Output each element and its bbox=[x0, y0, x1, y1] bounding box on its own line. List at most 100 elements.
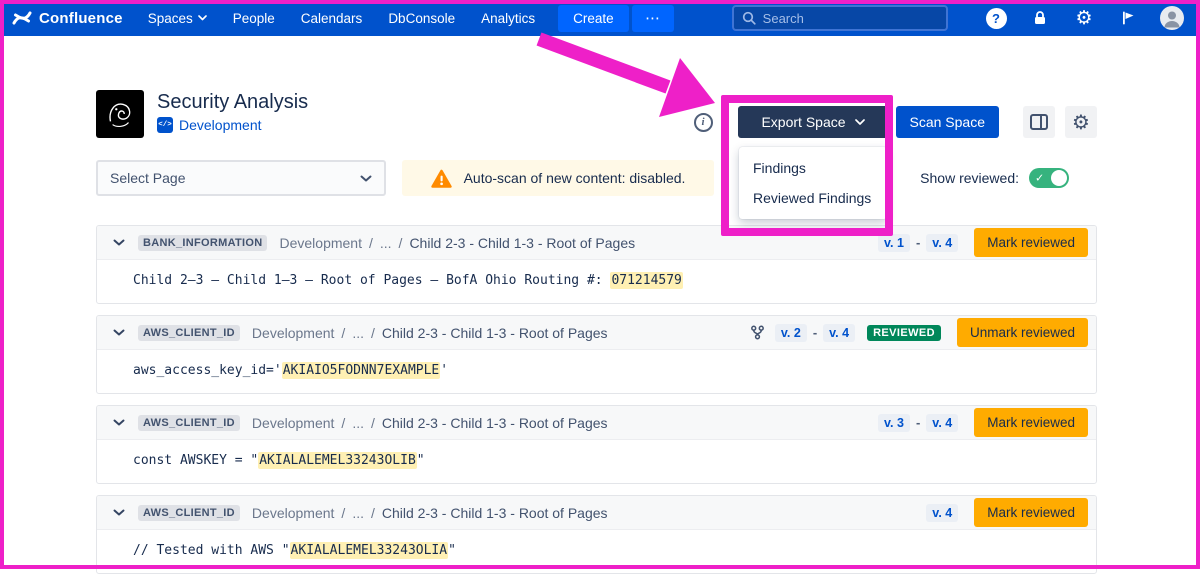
version-to-badge[interactable]: v. 4 bbox=[823, 324, 855, 342]
breadcrumb: Development /... / Child 2-3 - Child 1-3 - … bbox=[279, 235, 635, 251]
space-header: Security Analysis </> Development i Expo… bbox=[96, 90, 1097, 138]
finding-snippet: Child 2–3 – Child 1–3 – Root of Pages – … bbox=[97, 260, 1096, 303]
breadcrumb-ellipsis[interactable]: ... bbox=[380, 235, 392, 251]
breadcrumb-separator: / bbox=[369, 235, 373, 251]
finding-header[interactable]: AWS_CLIENT_ID Development/.../Child 2-3 … bbox=[97, 316, 1096, 350]
chevron-down-icon[interactable] bbox=[113, 329, 125, 336]
page-select-value: Select Page bbox=[110, 170, 186, 186]
breadcrumb-space-link[interactable]: Development bbox=[252, 325, 335, 341]
space-avatar[interactable] bbox=[96, 90, 144, 138]
flag-icon[interactable] bbox=[1116, 6, 1140, 30]
space-meta: Security Analysis </> Development bbox=[157, 90, 308, 138]
breadcrumb-separator: / bbox=[399, 235, 403, 251]
nav-spaces[interactable]: Spaces bbox=[135, 0, 220, 36]
gear-icon[interactable]: ⚙ bbox=[1072, 6, 1096, 30]
breadcrumb-page-link[interactable]: Child 2-3 - Child 1-3 - Root of Pages bbox=[382, 505, 608, 521]
sidebar-layout-button[interactable] bbox=[1023, 106, 1055, 138]
version-to-badge[interactable]: v. 4 bbox=[926, 414, 958, 432]
finding-header[interactable]: AWS_CLIENT_ID Development/.../Child 2-3 … bbox=[97, 496, 1096, 530]
nav-dbconsole[interactable]: DbConsole bbox=[375, 0, 468, 36]
gear-icon: ⚙ bbox=[1072, 112, 1090, 132]
check-icon: ✓ bbox=[1035, 172, 1044, 185]
breadcrumb-page-link[interactable]: Child 2-3 - Child 1-3 - Root of Pages bbox=[382, 325, 608, 341]
space-link[interactable]: Development bbox=[179, 117, 262, 133]
show-reviewed-toggle[interactable]: ✓ bbox=[1029, 168, 1069, 188]
mark-reviewed-button[interactable]: Mark reviewed bbox=[974, 408, 1088, 437]
code-text: aws_access_key_id=' bbox=[133, 363, 282, 378]
breadcrumb-separator: / bbox=[341, 415, 345, 431]
confluence-app: Confluence Spaces People Calendars DbCon… bbox=[0, 0, 1200, 574]
export-space-button[interactable]: Export Space bbox=[738, 106, 889, 138]
finding-card: AWS_CLIENT_ID Development/.../Child 2-3 … bbox=[96, 495, 1097, 574]
breadcrumb-separator: / bbox=[341, 325, 345, 341]
breadcrumb-page-link[interactable]: Child 2-3 - Child 1-3 - Root of Pages bbox=[382, 415, 608, 431]
version-separator: - bbox=[813, 325, 817, 340]
lock-icon[interactable] bbox=[1028, 6, 1052, 30]
breadcrumb: Development /... / Child 2-3 - Child 1-3 - … bbox=[252, 325, 608, 341]
finding-snippet: // Tested with AWS "AKIALALEMEL33243OLIA… bbox=[97, 530, 1096, 573]
version-from-badge[interactable]: v. 2 bbox=[775, 324, 807, 342]
breadcrumb: Development /... / Child 2-3 - Child 1-3 - … bbox=[252, 415, 608, 431]
version-from-badge[interactable]: v. 3 bbox=[878, 414, 910, 432]
info-icon[interactable]: i bbox=[694, 113, 713, 132]
chevron-down-icon[interactable] bbox=[113, 239, 125, 246]
code-text: " bbox=[448, 543, 456, 558]
breadcrumb-ellipsis[interactable]: ... bbox=[352, 505, 364, 521]
chevron-down-icon bbox=[360, 175, 372, 182]
breadcrumb-space-link[interactable]: Development bbox=[252, 505, 335, 521]
unmark-reviewed-button[interactable]: Unmark reviewed bbox=[957, 318, 1088, 347]
chevron-down-icon bbox=[198, 15, 207, 21]
nav-analytics[interactable]: Analytics bbox=[468, 0, 548, 36]
secret-highlight: 071214579 bbox=[610, 272, 682, 289]
mark-reviewed-button[interactable]: Mark reviewed bbox=[974, 498, 1088, 527]
scan-space-button[interactable]: Scan Space bbox=[896, 106, 1000, 138]
nav-people[interactable]: People bbox=[220, 0, 288, 36]
search-box[interactable] bbox=[732, 5, 948, 31]
version-to-badge[interactable]: v. 4 bbox=[926, 504, 958, 522]
breadcrumb-separator: / bbox=[371, 505, 375, 521]
avatar[interactable] bbox=[1160, 6, 1184, 30]
help-icon[interactable]: ? bbox=[984, 6, 1008, 30]
branch-icon[interactable] bbox=[750, 325, 765, 340]
menu-item-findings[interactable]: Findings bbox=[739, 153, 887, 183]
finding-header[interactable]: AWS_CLIENT_ID Development/.../Child 2-3 … bbox=[97, 406, 1096, 440]
version-to-badge[interactable]: v. 4 bbox=[926, 234, 958, 252]
breadcrumb-separator: / bbox=[371, 415, 375, 431]
mark-reviewed-button[interactable]: Mark reviewed bbox=[974, 228, 1088, 257]
breadcrumb-separator: / bbox=[371, 325, 375, 341]
space-settings-button[interactable]: ⚙ bbox=[1065, 106, 1097, 138]
breadcrumb-space-link[interactable]: Development bbox=[252, 415, 335, 431]
version-separator: - bbox=[916, 235, 920, 250]
finding-type-badge: BANK_INFORMATION bbox=[138, 235, 267, 251]
header-actions: i Export Space Scan Space ⚙ bbox=[694, 106, 1098, 138]
breadcrumb-ellipsis[interactable]: ... bbox=[352, 325, 364, 341]
warning-icon bbox=[431, 169, 452, 188]
finding-card: AWS_CLIENT_ID Development/.../Child 2-3 … bbox=[96, 405, 1097, 484]
breadcrumb-page-link[interactable]: Child 2-3 - Child 1-3 - Root of Pages bbox=[409, 235, 635, 251]
create-button[interactable]: Create bbox=[558, 5, 629, 32]
breadcrumb-ellipsis[interactable]: ... bbox=[352, 415, 364, 431]
secret-highlight: AKIAIO5FODNN7EXAMPLE bbox=[282, 362, 441, 379]
breadcrumb-space-link[interactable]: Development bbox=[279, 235, 362, 251]
finding-card: AWS_CLIENT_ID Development/.../Child 2-3 … bbox=[96, 315, 1097, 394]
finding-type-badge: AWS_CLIENT_ID bbox=[138, 505, 240, 521]
search-input[interactable] bbox=[763, 11, 938, 26]
page-select[interactable]: Select Page bbox=[96, 160, 386, 196]
menu-item-reviewed-findings[interactable]: Reviewed Findings bbox=[739, 183, 887, 213]
main-content: Security Analysis </> Development i Expo… bbox=[0, 90, 1200, 574]
nav-calendars[interactable]: Calendars bbox=[288, 0, 376, 36]
chevron-down-icon[interactable] bbox=[113, 419, 125, 426]
nav-analytics-label: Analytics bbox=[481, 11, 535, 26]
chevron-down-icon bbox=[855, 119, 865, 125]
more-button[interactable]: ⋯ bbox=[632, 5, 674, 32]
version-from-badge[interactable]: v. 1 bbox=[878, 234, 910, 252]
finding-header[interactable]: BANK_INFORMATION Development /... / Child 2… bbox=[97, 226, 1096, 260]
finding-snippet: const AWSKEY = "AKIALALEMEL33243OLIB" bbox=[97, 440, 1096, 483]
space-link-row: </> Development bbox=[157, 117, 308, 133]
chevron-down-icon[interactable] bbox=[113, 509, 125, 516]
controls-row: Select Page Auto-scan of new content: di… bbox=[96, 160, 1097, 196]
page-title: Security Analysis bbox=[157, 90, 308, 114]
code-text: // Tested with AWS " bbox=[133, 543, 290, 558]
breadcrumb: Development/.../Child 2-3 - Child 1-3 - … bbox=[252, 505, 608, 521]
confluence-brand[interactable]: Confluence bbox=[12, 8, 123, 28]
